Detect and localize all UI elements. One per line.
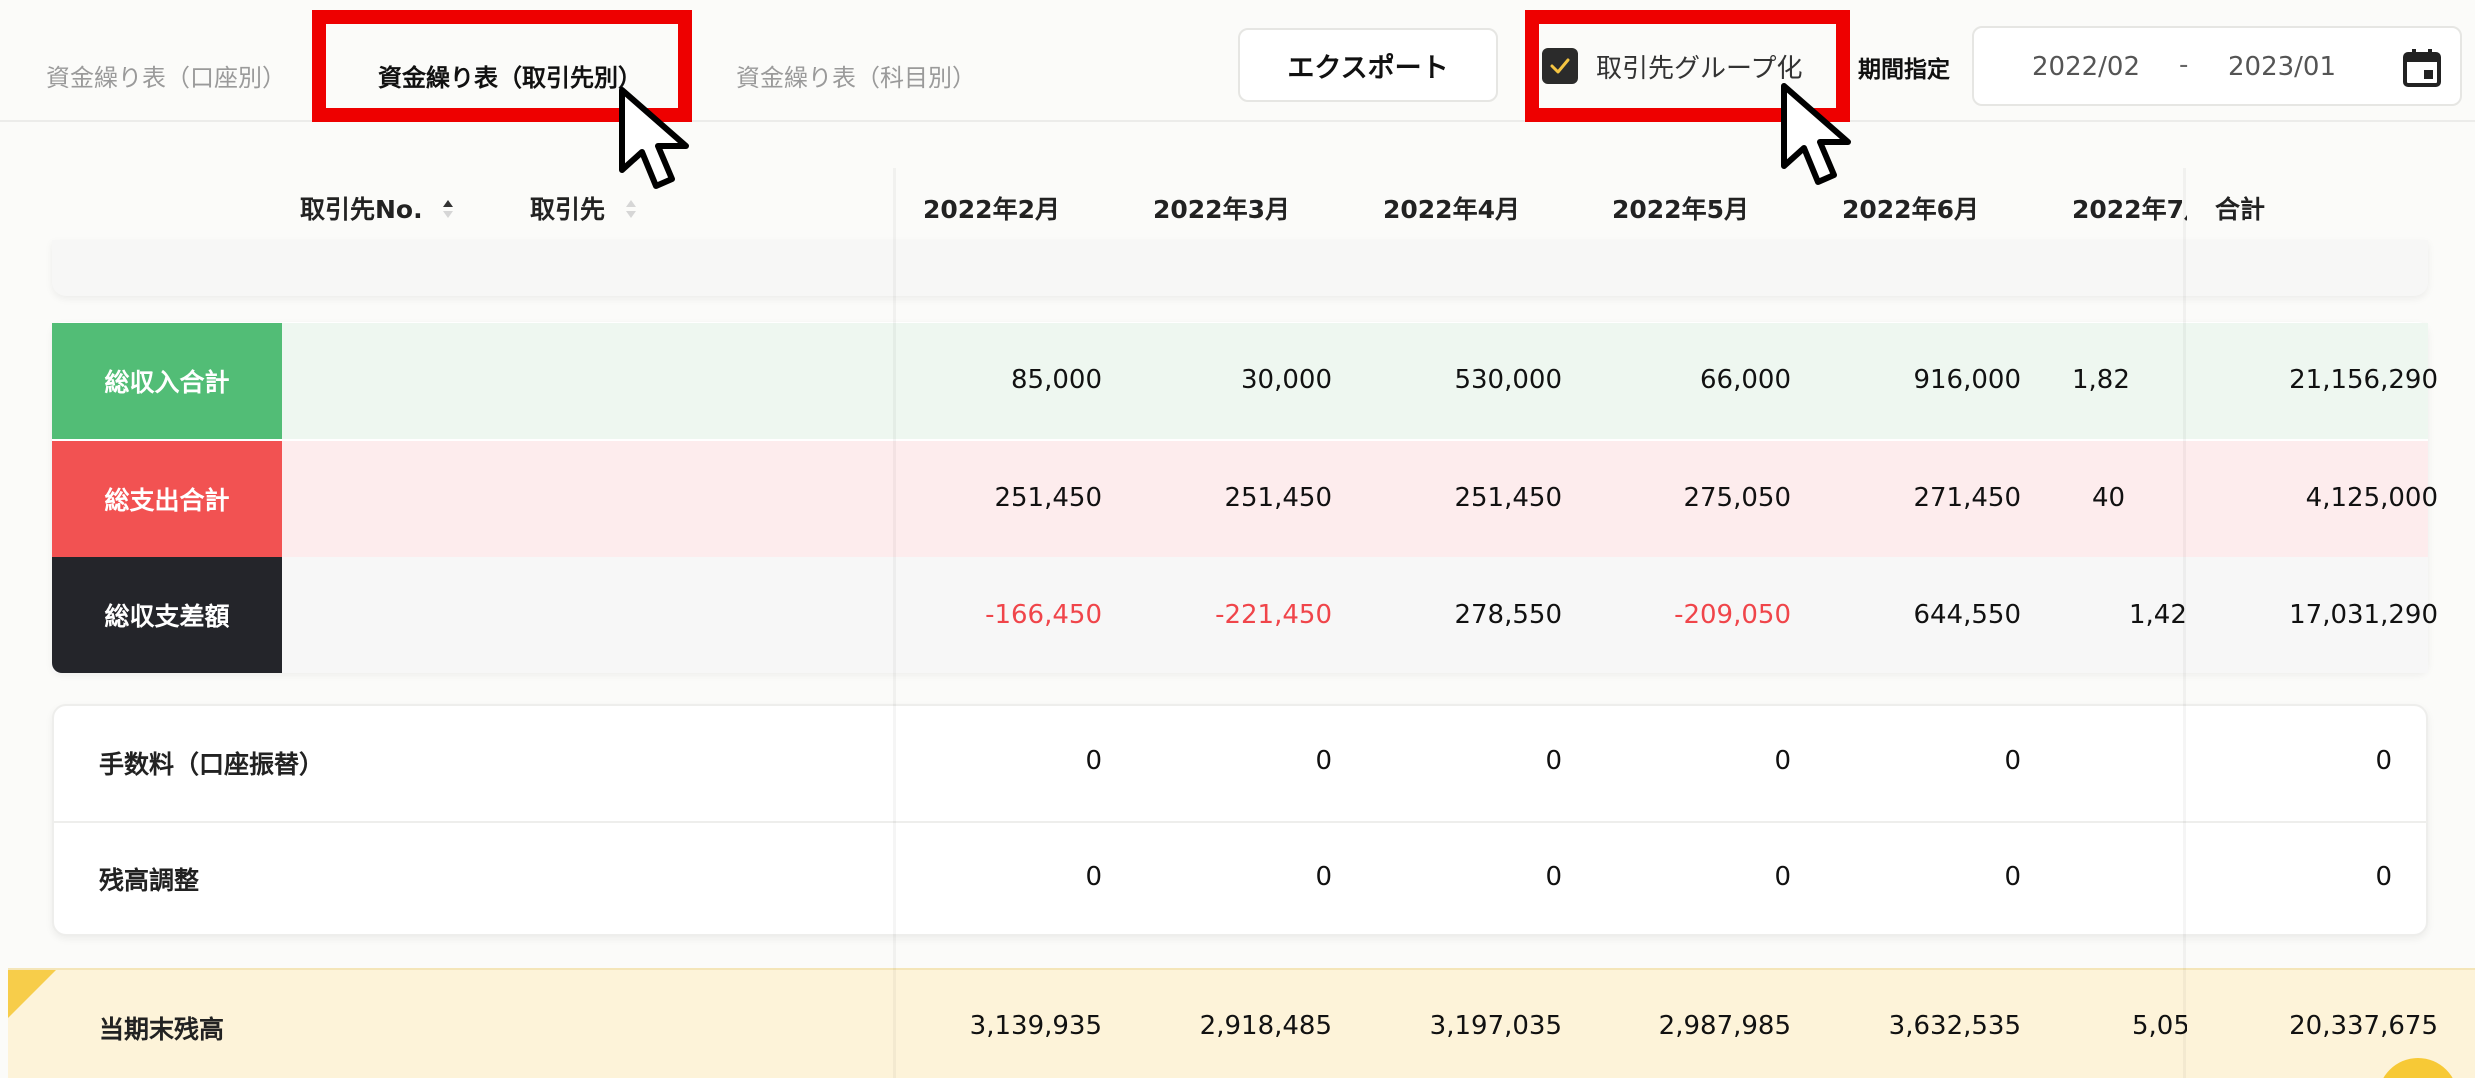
table-cell: 0 (2004, 746, 2021, 776)
date-to[interactable]: 2023/01 (2228, 52, 2336, 82)
corner-marker-icon (8, 970, 56, 1018)
table-cell: 3,197,035 (1429, 1011, 1562, 1041)
row-divider (54, 821, 2426, 823)
table-cell: 0 (1774, 746, 1791, 776)
table-cell: 0 (1315, 746, 1332, 776)
row-label: 総収入合計 (52, 323, 282, 439)
sticky-column-divider (893, 168, 896, 1078)
column-header-month: 2022年6月 (1842, 195, 1979, 224)
table-cell: 644,550 (1913, 600, 2021, 630)
sort-asc-icon[interactable] (441, 197, 455, 226)
column-header-label: 取引先 (530, 195, 606, 224)
table-cell: 66,000 (1700, 365, 1791, 395)
table-cell: 2,987,985 (1658, 1011, 1791, 1041)
detail-panel (52, 704, 2428, 936)
table-cell: 916,000 (1913, 365, 2021, 395)
table-cell-total: 17,031,290 (2289, 600, 2438, 630)
table-cell: 3,139,935 (969, 1011, 1102, 1041)
table-cell-total: 0 (2375, 862, 2392, 892)
calendar-icon[interactable] (2402, 48, 2442, 92)
table-cell: 530,000 (1454, 365, 1562, 395)
column-header-month: 2022年5月 (1612, 195, 1749, 224)
row-label-fee: 手数料（口座振替） (99, 750, 325, 779)
table-cell: 271,450 (1913, 483, 2021, 513)
date-from[interactable]: 2022/02 (2032, 52, 2140, 82)
date-separator: - (2179, 50, 2189, 80)
tab-cashflow-by-account[interactable]: 資金繰り表（口座別） (46, 58, 286, 93)
tab-cashflow-by-partner[interactable]: 資金繰り表（取引先別） (378, 58, 642, 93)
sort-icon[interactable] (624, 197, 638, 226)
table-cell: 3,632,535 (1888, 1011, 2021, 1041)
table-cell: 40 (2092, 483, 2126, 513)
table-cell: 85,000 (1011, 365, 1102, 395)
table-cell-negative: -221,450 (1215, 600, 1332, 630)
top-bar: 資金繰り表（口座別） 資金繰り表（取引先別） 資金繰り表（科目別） エクスポート… (0, 0, 2475, 122)
table-cell-negative: -209,050 (1674, 600, 1791, 630)
row-label-balance-adjustment: 残高調整 (99, 866, 200, 895)
column-header-partner-no[interactable]: 取引先No. (300, 190, 455, 226)
column-header-total: 合計 (2215, 195, 2266, 224)
table-cell: 0 (1774, 862, 1791, 892)
column-header-month: 2022年4月 (1383, 195, 1520, 224)
row-label: 総収支差額 (52, 557, 282, 673)
table-cell: 0 (1545, 862, 1562, 892)
column-header-partner[interactable]: 取引先 (530, 190, 638, 226)
tab-cashflow-by-category[interactable]: 資金繰り表（科目別） (736, 58, 976, 93)
table-cell-total: 20,337,675 (2289, 1011, 2438, 1041)
table-cell-total: 0 (2375, 746, 2392, 776)
table-cell: 251,450 (994, 483, 1102, 513)
sticky-column-divider (2183, 168, 2186, 1078)
table-cell: 30,000 (1241, 365, 1332, 395)
date-range-picker[interactable]: 2022/02 - 2023/01 (1972, 26, 2462, 106)
column-header-month: 2022年3月 (1153, 195, 1290, 224)
column-header-month: 2022年7月 (2072, 195, 2187, 224)
table-cell: 278,550 (1454, 600, 1562, 630)
partner-group-checkbox[interactable]: 取引先グループ化 (1542, 44, 1802, 88)
table-cell-total: 4,125,000 (2305, 483, 2438, 513)
table-cell: 0 (1545, 746, 1562, 776)
checkbox-checked-icon[interactable] (1542, 48, 1578, 84)
table-cell: 0 (2004, 862, 2021, 892)
table-cell: 0 (1085, 746, 1102, 776)
partner-group-label: 取引先グループ化 (1596, 53, 1803, 84)
table-cell: 1,82 (2072, 365, 2130, 395)
table-cell-negative: -166,450 (985, 600, 1102, 630)
period-label: 期間指定 (1858, 57, 1950, 83)
row-label: 総支出合計 (52, 441, 282, 557)
row-label-closing-balance: 当期末残高 (99, 1015, 225, 1044)
table-cell: 2,918,485 (1199, 1011, 1332, 1041)
table-cell: 251,450 (1454, 483, 1562, 513)
table-cell: 5,05 (2132, 1011, 2187, 1041)
table-cell: 1,42 (2129, 600, 2187, 630)
table-cell-total: 21,156,290 (2289, 365, 2438, 395)
column-header-month: 2022年2月 (923, 195, 1060, 224)
export-button[interactable]: エクスポート (1238, 28, 1498, 102)
table-cell: 251,450 (1224, 483, 1332, 513)
table-cell: 0 (1315, 862, 1332, 892)
column-header-label: 取引先No. (300, 195, 423, 224)
table-cell: 0 (1085, 862, 1102, 892)
scrolled-row (52, 240, 2428, 296)
table-cell: 275,050 (1683, 483, 1791, 513)
